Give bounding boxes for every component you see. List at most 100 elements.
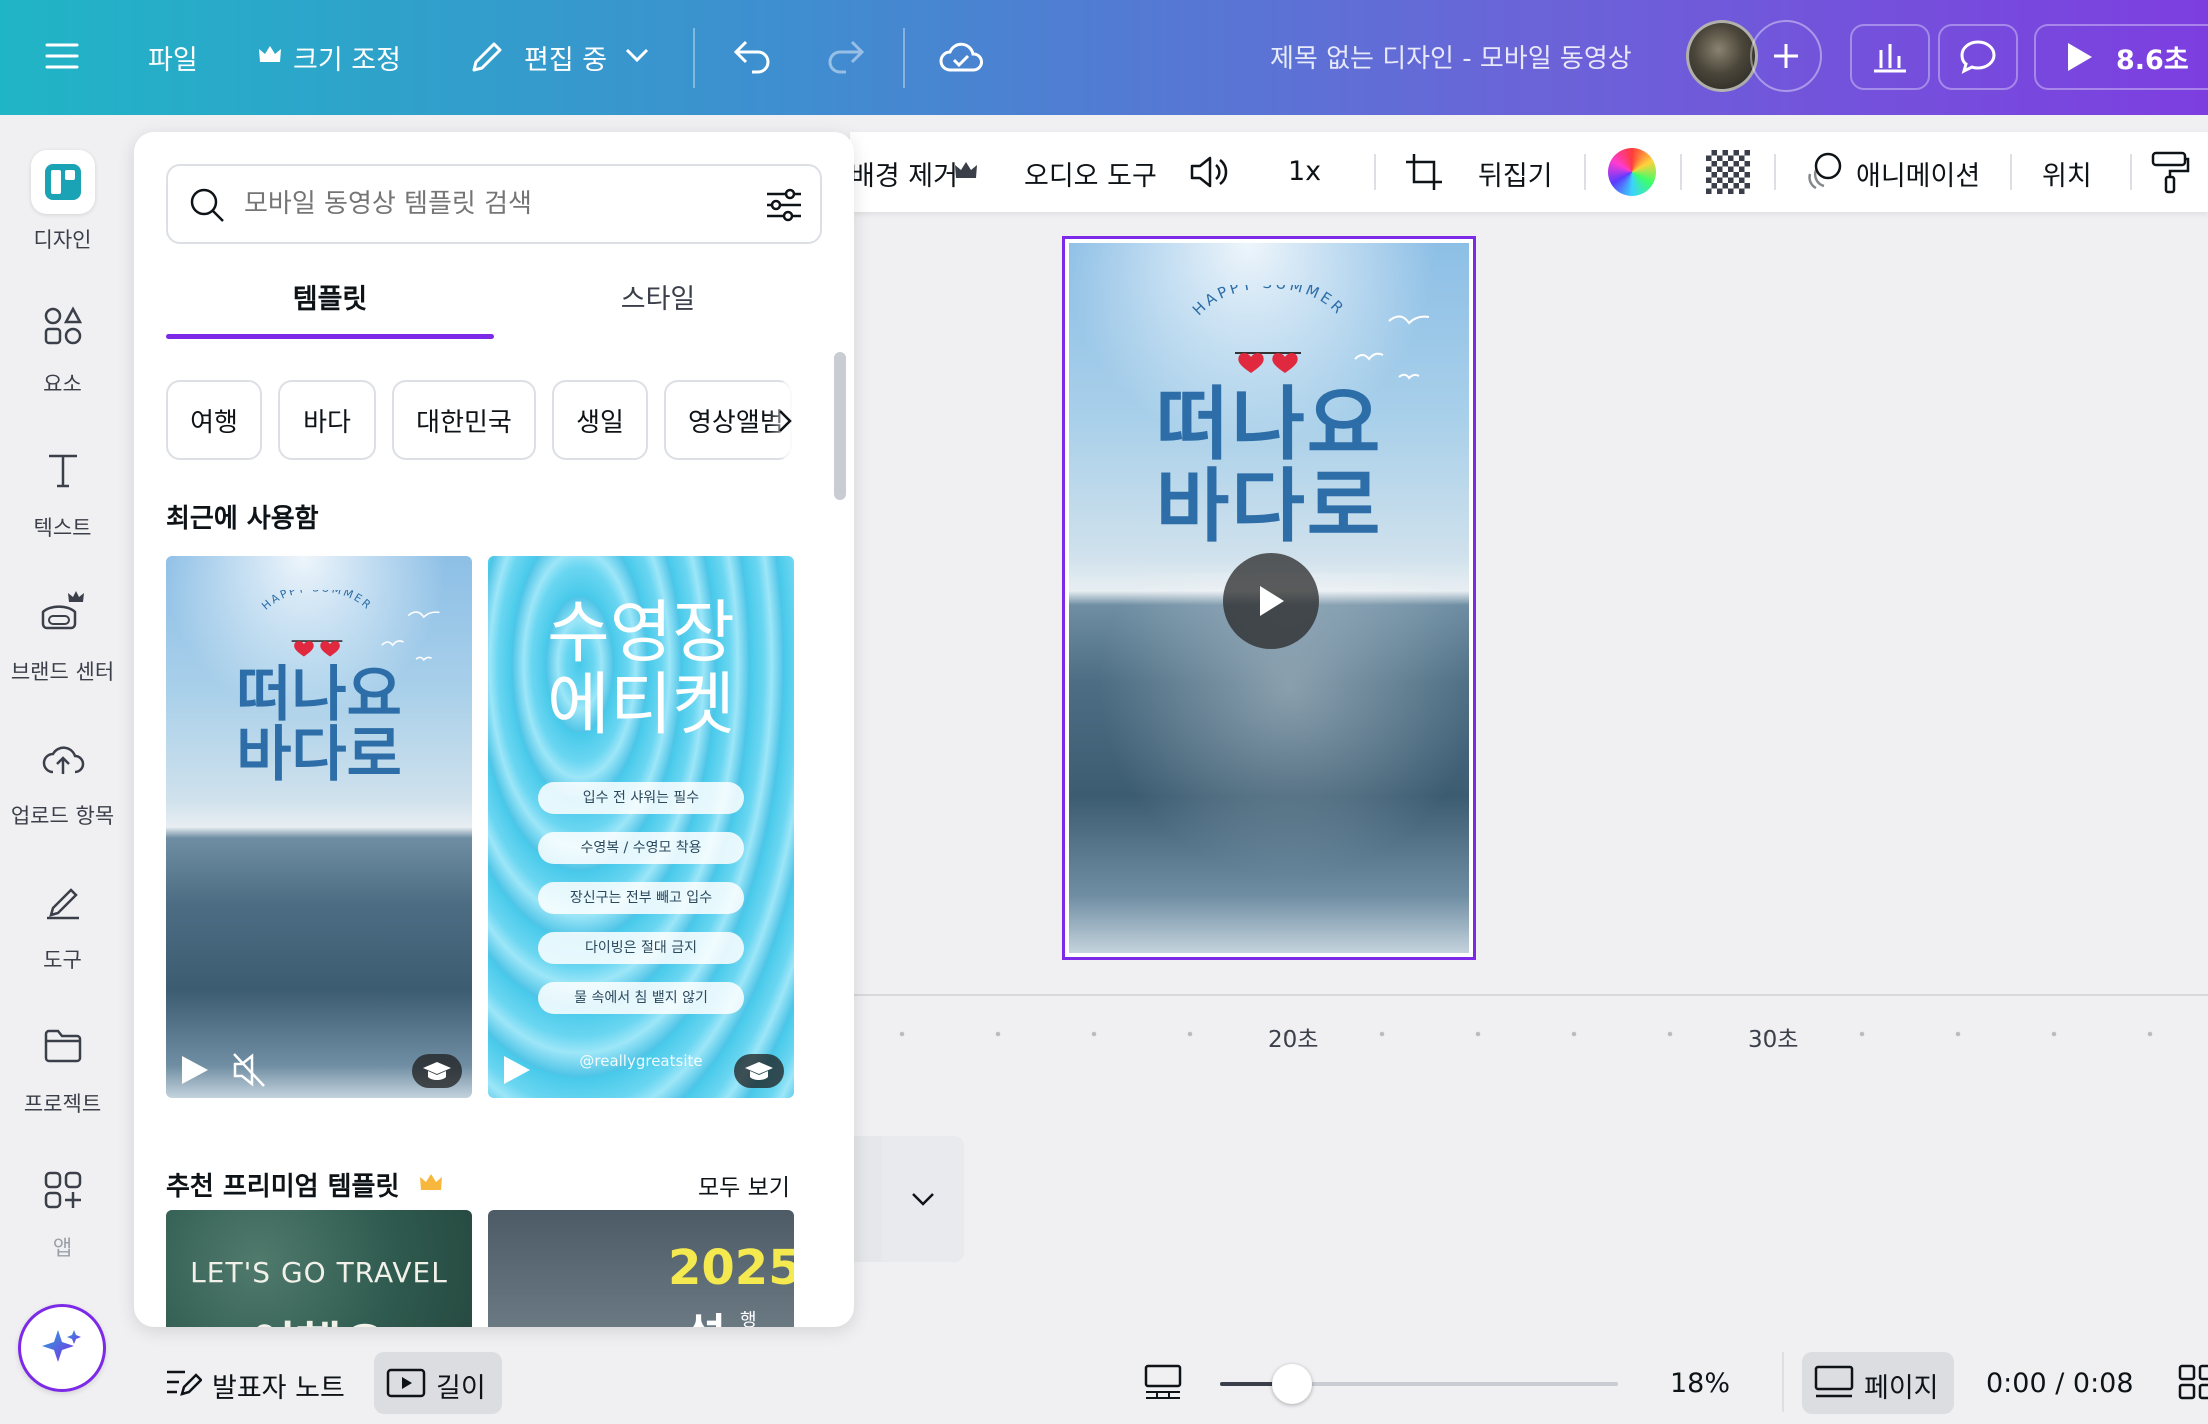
rail-item-design[interactable]: 디자인 [0,128,125,258]
zoom-slider-handle[interactable] [1272,1364,1312,1404]
rail-label: 디자인 [33,228,92,252]
avatar[interactable] [1686,20,1758,92]
divider [1782,1352,1784,1412]
panel-scrollbar[interactable] [834,352,846,500]
file-menu[interactable]: 파일 [148,38,198,77]
rail-label: 업로드 항목 [10,804,115,828]
rail-item-brand[interactable]: 브랜드 센터 [0,560,125,690]
recent-template-pool[interactable]: 수영장 에티켓 입수 전 샤워는 필수 수영복 / 수영모 착용 장신구는 전부… [488,556,794,1098]
rail-item-text[interactable]: 텍스트 [0,416,125,546]
transparency-icon[interactable] [1706,150,1750,194]
thumb-title-line2: 여행으 [166,1306,472,1327]
chevron-down-icon [912,1193,934,1206]
color-picker-button[interactable] [1608,148,1656,196]
expand-timeline-button[interactable] [882,1136,964,1262]
pages-button[interactable]: 페이지 [1802,1352,1954,1414]
zoom-percent[interactable]: 18% [1670,1368,1730,1399]
crown-icon [420,1174,442,1190]
rail-label: 요소 [43,372,82,396]
rule-pill: 장신구는 전부 빼고 입수 [538,882,744,914]
template-search[interactable] [166,164,822,244]
background-remove-button[interactable]: 배경 제거 [850,154,958,193]
resize-button[interactable]: 크기 조정 [293,38,401,77]
timeline-tick: 30초 [1748,1027,1799,1053]
redo-icon[interactable] [824,38,866,74]
chevron-down-icon[interactable] [624,46,650,64]
rail-label: 도구 [43,948,82,972]
chevron-right-icon[interactable] [776,408,794,434]
chip-korea[interactable]: 대한민국 [392,380,536,460]
play-icon[interactable] [178,1054,210,1086]
insights-button[interactable] [1850,24,1930,90]
bg-remove-label: 배경 제거 [850,161,958,192]
canvas-title-line1: 떠나요 [1155,378,1383,471]
graduation-cap-icon [734,1054,784,1088]
duration-button[interactable]: 길이 [374,1352,502,1414]
text-icon [31,438,95,502]
tab-styles[interactable]: 스타일 [494,268,822,332]
sparkle-icon [42,1330,81,1362]
undo-icon[interactable] [732,38,774,74]
canvas-play-button[interactable] [1223,553,1319,649]
design-title[interactable]: 제목 없는 디자인 - 모바일 동영상 [1270,38,1632,75]
rule-pill: 다이빙은 절대 금지 [538,932,744,964]
play-icon [2068,43,2092,71]
timeline-dots [854,1030,2208,1038]
audio-tools-button[interactable]: 오디오 도구 [1024,154,1157,193]
zoom-slider[interactable] [1220,1364,1618,1404]
rail-item-projects[interactable]: 프로젝트 [0,992,125,1122]
rail-item-elements[interactable]: 요소 [0,272,125,402]
page-selection-frame[interactable]: HAPPY SUMMER 떠나요 바다로 [1062,236,1476,960]
crop-icon[interactable] [1404,152,1444,192]
search-input[interactable] [244,184,724,224]
grid-icon[interactable] [2178,1364,2208,1400]
divider [2010,154,2012,190]
top-bar: 파일 크기 조정 편집 중 제목 없는 디자인 - 모바일 동영상 8.6초 [0,0,2208,115]
comments-button[interactable] [1938,24,2018,90]
rail-item-uploads[interactable]: 업로드 항목 [0,704,125,834]
cloud-saved-icon[interactable] [938,36,984,76]
volume-icon[interactable] [1188,152,1230,192]
chip-travel[interactable]: 여행 [166,380,262,460]
magic-assistant-button[interactable] [18,1304,106,1392]
paint-roller-icon[interactable] [2150,150,2190,194]
play-icon[interactable] [500,1054,532,1086]
divider [1680,154,1682,190]
see-all-link[interactable]: 모두 보기 [698,1168,790,1202]
grid-view-icon[interactable] [1144,1364,1182,1400]
tab-templates[interactable]: 템플릿 [166,268,494,332]
filter-icon[interactable] [764,186,804,224]
play-preview-button[interactable]: 8.6초 [2034,24,2208,90]
thumb-title-line1: 2025 [668,1240,794,1296]
rail-item-apps[interactable]: 앱 [0,1136,125,1266]
premium-template-new-year[interactable]: 2025 설 행 [488,1210,794,1327]
graduation-cap-icon [412,1054,462,1088]
add-collaborator-button[interactable] [1750,20,1822,92]
recent-heading: 최근에 사용함 [166,504,319,534]
divider [1774,154,1776,190]
divider [2130,154,2132,190]
recent-template-summer[interactable]: HAPPY SUMMER 떠나요 바다로 [166,556,472,1098]
video-preview[interactable]: HAPPY SUMMER 떠나요 바다로 [1069,243,1469,953]
thumb-title-line2: 바다로 [236,720,402,790]
play-icon [1260,586,1284,616]
position-button[interactable]: 위치 [2042,154,2092,193]
premium-template-travel[interactable]: LET'S GO TRAVEL 여행으 [166,1210,472,1327]
animation-button[interactable]: 애니메이션 [1856,154,1980,193]
playback-speed-button[interactable]: 1x [1288,156,1321,187]
flip-button[interactable]: 뒤집기 [1478,154,1553,193]
mute-icon[interactable] [232,1052,266,1088]
rail-item-tools[interactable]: 도구 [0,848,125,978]
presenter-notes-button[interactable]: 발표자 노트 [212,1366,345,1405]
pages-icon [1814,1365,1854,1398]
thumb-title-line2: 설 [684,1300,726,1327]
rule-pill: 수영복 / 수영모 착용 [538,832,744,864]
svg-text:HAPPY SUMMER: HAPPY SUMMER [1189,285,1349,319]
chip-sea[interactable]: 바다 [278,380,376,460]
editing-mode-button[interactable]: 편집 중 [524,38,607,77]
chip-birthday[interactable]: 생일 [552,380,648,460]
thumb-title-line1: 수영장 [547,594,735,673]
rail-label: 텍스트 [33,516,92,540]
hamburger-icon[interactable] [44,38,80,74]
divider [1584,154,1586,190]
